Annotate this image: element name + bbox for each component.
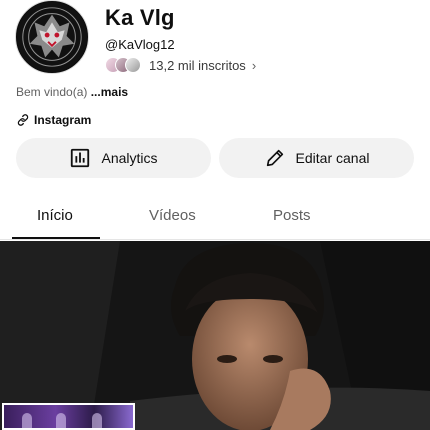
- channel-tabs: Início Vídeos Posts: [0, 196, 430, 240]
- analytics-label: Analytics: [101, 150, 158, 166]
- video-thumbnail-preview[interactable]: [2, 403, 135, 430]
- subscriber-avatars: [105, 57, 141, 73]
- tab-inicio[interactable]: Início: [37, 207, 73, 224]
- channel-avatar[interactable]: [15, 0, 89, 74]
- wolf-logo-icon: [16, 1, 88, 73]
- featured-video[interactable]: [0, 241, 430, 430]
- description-more-link[interactable]: ...mais: [91, 85, 128, 99]
- channel-handle: @KaVlog12: [105, 37, 175, 52]
- link-label: Instagram: [34, 113, 92, 127]
- edit-channel-label: Editar canal: [295, 150, 370, 166]
- tab-videos[interactable]: Vídeos: [149, 207, 196, 224]
- analytics-button[interactable]: Analytics: [16, 138, 211, 178]
- channel-name: Ka Vlg: [105, 5, 175, 30]
- video-frame: [0, 241, 430, 430]
- active-tab-indicator: [12, 237, 100, 239]
- tab-posts[interactable]: Posts: [273, 207, 311, 224]
- chevron-right-icon: ›: [251, 57, 257, 73]
- edit-channel-button[interactable]: Editar canal: [219, 138, 414, 178]
- link-icon: [17, 114, 29, 126]
- subscribers-row[interactable]: 13,2 mil inscritos ›: [105, 56, 256, 74]
- channel-link[interactable]: Instagram: [16, 113, 91, 127]
- analytics-chart-icon: [71, 148, 90, 168]
- pencil-icon: [266, 149, 283, 167]
- description-text: Bem vindo(a): [16, 85, 88, 99]
- channel-description[interactable]: Bem vindo(a) ...mais: [16, 85, 128, 99]
- subscriber-count: 13,2 mil inscritos: [149, 57, 246, 73]
